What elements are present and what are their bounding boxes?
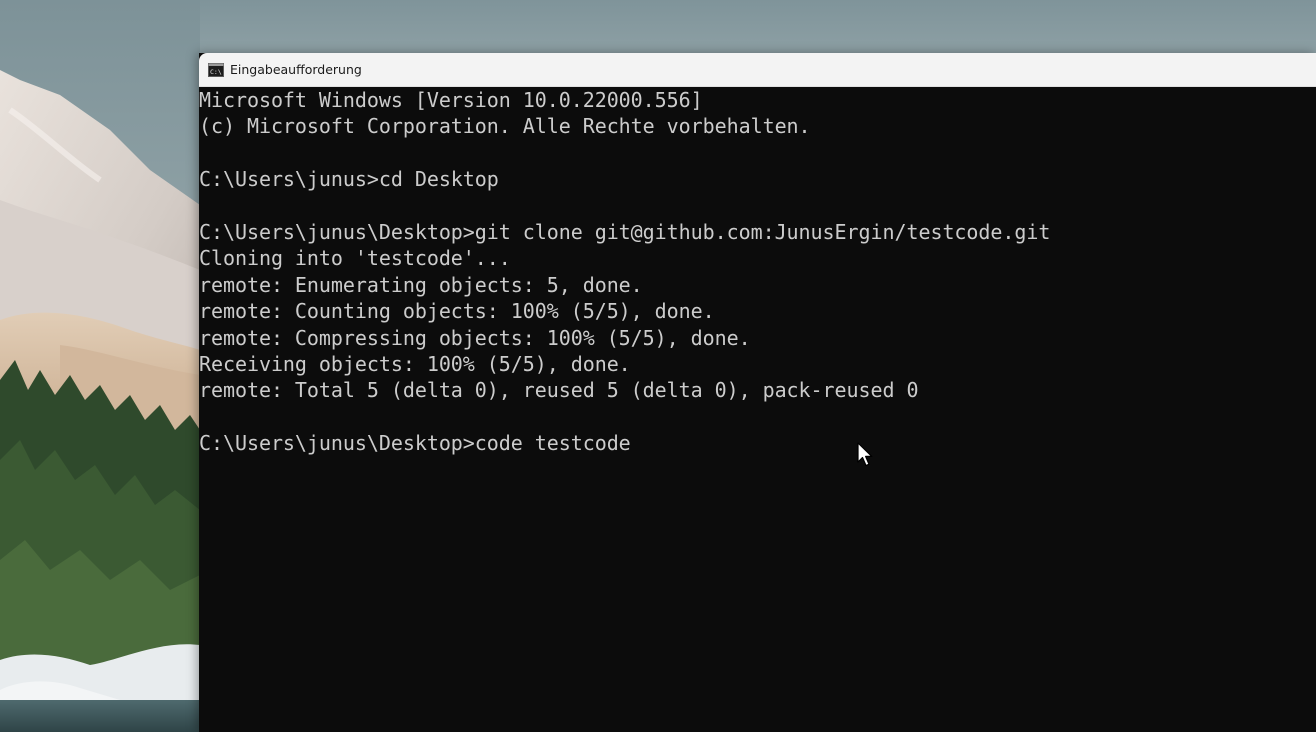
console-output[interactable]: Microsoft Windows [Version 10.0.22000.55… (199, 87, 1316, 732)
console-line: C:\Users\junus\Desktop>git clone git@git… (199, 219, 1051, 244)
console-prompt-line[interactable]: C:\Users\junus\Desktop>code testcode (199, 430, 1316, 456)
console-line: (c) Microsoft Corporation. Alle Rechte v… (199, 114, 811, 139)
console-line: remote: Compressing objects: 100% (5/5),… (199, 325, 751, 350)
console-line: Microsoft Windows [Version 10.0.22000.55… (199, 88, 703, 112)
window-title: Eingabeaufforderung (230, 62, 362, 77)
console-line: C:\Users\junus>cd Desktop (199, 167, 499, 192)
command-prompt-window[interactable]: C:\ Eingabeaufforderung Microsoft Window… (199, 53, 1316, 732)
console-line: remote: Enumerating objects: 5, done. (199, 272, 643, 297)
console-line: Receiving objects: 100% (5/5), done. (199, 351, 631, 376)
console-line: remote: Total 5 (delta 0), reused 5 (del… (199, 378, 919, 403)
desktop: C:\ Eingabeaufforderung Microsoft Window… (0, 0, 1316, 732)
svg-text:C:\: C:\ (210, 68, 222, 76)
console-line: Cloning into 'testcode'... (199, 246, 511, 271)
cmd-icon: C:\ (207, 61, 224, 78)
mouse-pointer-icon (857, 442, 873, 467)
console-line: remote: Counting objects: 100% (5/5), do… (199, 299, 715, 324)
desktop-wallpaper (0, 0, 200, 732)
title-bar[interactable]: C:\ Eingabeaufforderung (199, 53, 1316, 87)
